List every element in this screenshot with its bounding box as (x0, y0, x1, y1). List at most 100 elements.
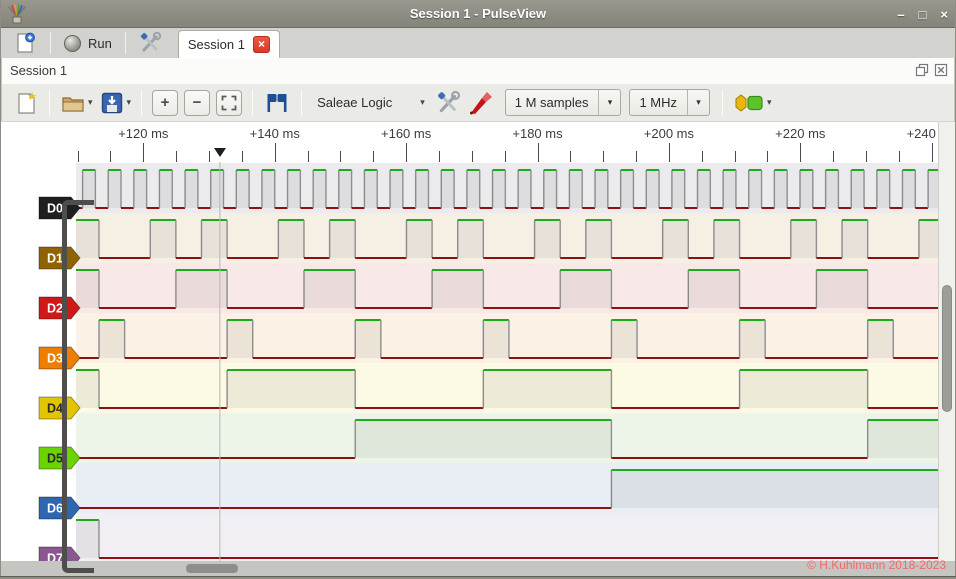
time-ruler[interactable]: +120 ms+140 ms+160 ms+180 ms+200 ms+220 … (1, 122, 955, 162)
ruler-label: +220 ms (775, 126, 825, 141)
run-button-label: Run (88, 36, 112, 51)
separator (49, 90, 50, 116)
sample-count-select[interactable]: 1 M samples ▾ (505, 89, 622, 116)
vertical-scrollbar-thumb[interactable] (942, 285, 952, 412)
svg-text:D7: D7 (47, 552, 63, 562)
device-dropdown-icon: ▾ (420, 97, 425, 108)
close-icon[interactable]: × (940, 7, 948, 22)
separator (301, 90, 302, 116)
ruler-minor-tick (78, 151, 79, 162)
svg-text:★: ★ (27, 91, 37, 103)
ruler-minor-tick (242, 151, 243, 162)
new-view-icon: ★ (13, 90, 39, 116)
svg-text:D3: D3 (47, 352, 63, 366)
separator (125, 32, 126, 54)
dock-close-icon[interactable] (934, 63, 948, 77)
cursors-icon (263, 92, 291, 114)
svg-text:D0: D0 (47, 202, 63, 216)
new-session-icon (13, 31, 37, 55)
show-cursors-button[interactable] (260, 88, 294, 118)
channels-button[interactable] (465, 88, 497, 118)
save-dropdown-icon[interactable]: ▾ (127, 97, 132, 108)
ruler-minor-tick (702, 151, 703, 162)
session-dock-title: Session 1 (10, 63, 67, 78)
sample-rate-dropdown-icon: ▾ (687, 90, 709, 115)
sample-rate-select[interactable]: 1 MHz ▾ (629, 89, 710, 116)
waveform-view[interactable]: D0D1D2D3D4D5D6D7 (1, 162, 938, 561)
zoom-in-button[interactable]: + (152, 90, 178, 116)
ruler-minor-tick (505, 151, 506, 162)
ruler-minor-tick (110, 151, 111, 162)
ruler-minor-tick (209, 151, 210, 162)
ruler-minor-tick (866, 151, 867, 162)
save-button[interactable]: ▾ (96, 88, 135, 118)
ruler-minor-tick (636, 151, 637, 162)
trigger-marker-icon[interactable] (214, 148, 226, 157)
ruler-minor-tick (472, 151, 473, 162)
device-select-value: Saleae Logic (317, 95, 392, 110)
sample-count-value: 1 M samples (506, 95, 599, 110)
zoom-fit-icon (220, 94, 238, 112)
svg-text:D2: D2 (47, 302, 63, 316)
session-dock-header: Session 1 (1, 58, 955, 84)
ruler-label: +160 ms (381, 126, 431, 141)
ruler-label: +140 ms (250, 126, 300, 141)
probe-icon (468, 90, 494, 116)
zoom-fit-button[interactable] (216, 90, 242, 116)
vertical-scrollbar[interactable] (938, 122, 955, 561)
tab-close-button[interactable]: × (253, 36, 270, 53)
ruler-minor-tick (373, 151, 374, 162)
tab-session-1[interactable]: Session 1 × (178, 30, 280, 59)
ruler-minor-tick (308, 151, 309, 162)
ruler-minor-tick (603, 151, 604, 162)
ruler-minor-tick (176, 151, 177, 162)
main-toolbar: Run Session 1 × (0, 28, 956, 58)
session-toolbar: ★ ▾ ▾ + − (1, 84, 955, 122)
ruler-major-tick (538, 143, 539, 162)
minimize-icon[interactable]: – (897, 7, 904, 22)
ruler-minor-tick (767, 151, 768, 162)
svg-text:D6: D6 (47, 502, 63, 516)
zoom-out-button[interactable]: − (184, 90, 210, 116)
device-select[interactable]: Saleae Logic ▾ (309, 88, 433, 118)
channel-band (76, 513, 938, 561)
settings-button[interactable] (132, 30, 170, 56)
ruler-label: +200 ms (644, 126, 694, 141)
new-session-button[interactable] (6, 30, 44, 56)
separator (50, 32, 51, 54)
sample-rate-value: 1 MHz (630, 95, 687, 110)
ruler-major-tick (669, 143, 670, 162)
open-button[interactable]: ▾ (57, 88, 96, 118)
pulseview-window: Session 1 - PulseView – □ × Run (0, 0, 956, 579)
separator (722, 90, 723, 116)
ruler-major-tick (143, 143, 144, 162)
ruler-minor-tick (570, 151, 571, 162)
ruler-minor-tick (439, 151, 440, 162)
new-view-button[interactable]: ★ (10, 88, 42, 118)
channel-group-bracket[interactable] (62, 200, 94, 573)
ruler-major-tick (932, 143, 933, 162)
ruler-label: +180 ms (512, 126, 562, 141)
ruler-minor-tick (735, 151, 736, 162)
add-decoder-button[interactable]: ▾ (730, 88, 775, 118)
device-config-button[interactable] (433, 88, 465, 118)
maximize-icon[interactable]: □ (919, 7, 927, 22)
open-folder-icon (60, 92, 86, 114)
ruler-major-tick (406, 143, 407, 162)
wrench-screwdriver-icon (436, 90, 462, 116)
ruler-minor-tick (899, 151, 900, 162)
ruler-minor-tick (833, 151, 834, 162)
ruler-major-tick (275, 143, 276, 162)
waveform-canvas: D0D1D2D3D4D5D6D7 (1, 162, 938, 561)
window-titlebar[interactable]: Session 1 - PulseView – □ × (0, 0, 956, 28)
separator (252, 90, 253, 116)
horizontal-scrollbar-thumb[interactable] (186, 564, 238, 573)
svg-text:D1: D1 (47, 252, 63, 266)
dock-float-icon[interactable] (915, 63, 929, 77)
open-dropdown-icon[interactable]: ▾ (88, 97, 93, 108)
run-button[interactable]: Run (57, 30, 119, 56)
watermark: © H.Kuhlmann 2018-2023 (807, 558, 946, 572)
sample-count-dropdown-icon: ▾ (598, 90, 620, 115)
tab-session-1-label: Session 1 (188, 37, 245, 52)
separator (141, 90, 142, 116)
